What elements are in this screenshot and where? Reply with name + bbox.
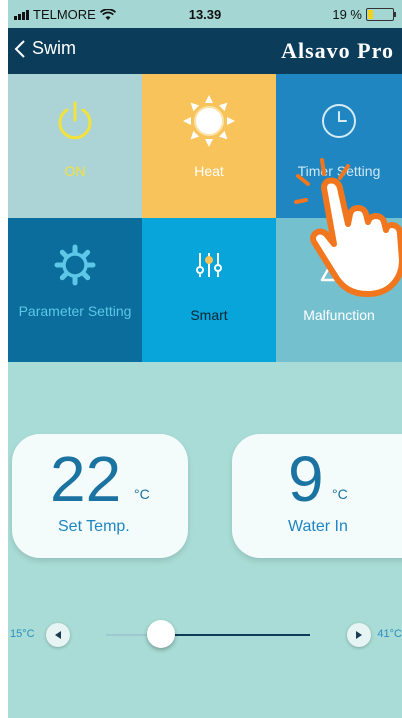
- water-in-value: 9: [288, 443, 324, 515]
- smart-label: Smart: [190, 307, 228, 323]
- decrease-button[interactable]: [46, 623, 70, 647]
- slider-knob[interactable]: [146, 620, 175, 648]
- power-icon: [58, 101, 92, 140]
- triangle-left-icon: [55, 631, 61, 639]
- timer-setting-tile[interactable]: Timer Setting: [276, 74, 402, 218]
- clock-icon: [322, 104, 356, 138]
- set-temp-card: 22 °C Set Temp.: [12, 434, 188, 558]
- set-temp-value: 22: [50, 443, 122, 515]
- heat-tile[interactable]: Heat: [142, 74, 276, 218]
- slider-track[interactable]: [106, 634, 310, 636]
- malfunction-label: Malfunction: [303, 307, 375, 323]
- slider-track-fill: [160, 634, 310, 636]
- back-button[interactable]: Swim: [14, 38, 76, 59]
- status-bar: TELMORE 13.39 19 %: [8, 0, 402, 28]
- heat-label: Heat: [194, 163, 224, 179]
- water-in-label: Water In: [288, 518, 348, 535]
- battery-percent: 19 %: [332, 7, 362, 22]
- function-grid: ON Heat Timer Setting Parameter Setting …: [8, 74, 402, 362]
- sliders-icon: [196, 253, 222, 277]
- slider-max-label: 41°C: [377, 628, 402, 640]
- gear-icon: [54, 244, 96, 286]
- parameter-setting-label: Parameter Setting: [18, 303, 132, 319]
- temperature-slider: 15°C 41°C: [8, 620, 402, 650]
- water-in-card: 9 °C Water In: [232, 434, 402, 558]
- increase-button[interactable]: [347, 623, 371, 647]
- on-tile[interactable]: ON: [8, 74, 142, 218]
- parameter-setting-tile[interactable]: Parameter Setting: [8, 218, 142, 362]
- warning-triangle-icon: [320, 248, 358, 282]
- app-title: Alsavo Pro: [281, 38, 394, 63]
- triangle-right-icon: [356, 631, 362, 639]
- set-temp-unit: °C: [134, 486, 150, 502]
- battery-icon: [366, 8, 396, 21]
- app-screen: TELMORE 13.39 19 % Swim Alsavo Pro ON He…: [8, 0, 402, 718]
- timer-setting-label: Timer Setting: [297, 163, 381, 179]
- set-temp-label: Set Temp.: [58, 518, 130, 535]
- smart-tile[interactable]: Smart: [142, 218, 276, 362]
- water-in-unit: °C: [332, 486, 348, 502]
- on-label: ON: [64, 163, 86, 179]
- chevron-left-icon: [14, 39, 25, 58]
- sun-icon: [183, 95, 235, 147]
- slider-min-label: 15°C: [10, 628, 35, 640]
- nav-bar: Swim Alsavo Pro: [8, 28, 402, 74]
- back-label: Swim: [32, 38, 76, 58]
- malfunction-tile[interactable]: Malfunction: [276, 218, 402, 362]
